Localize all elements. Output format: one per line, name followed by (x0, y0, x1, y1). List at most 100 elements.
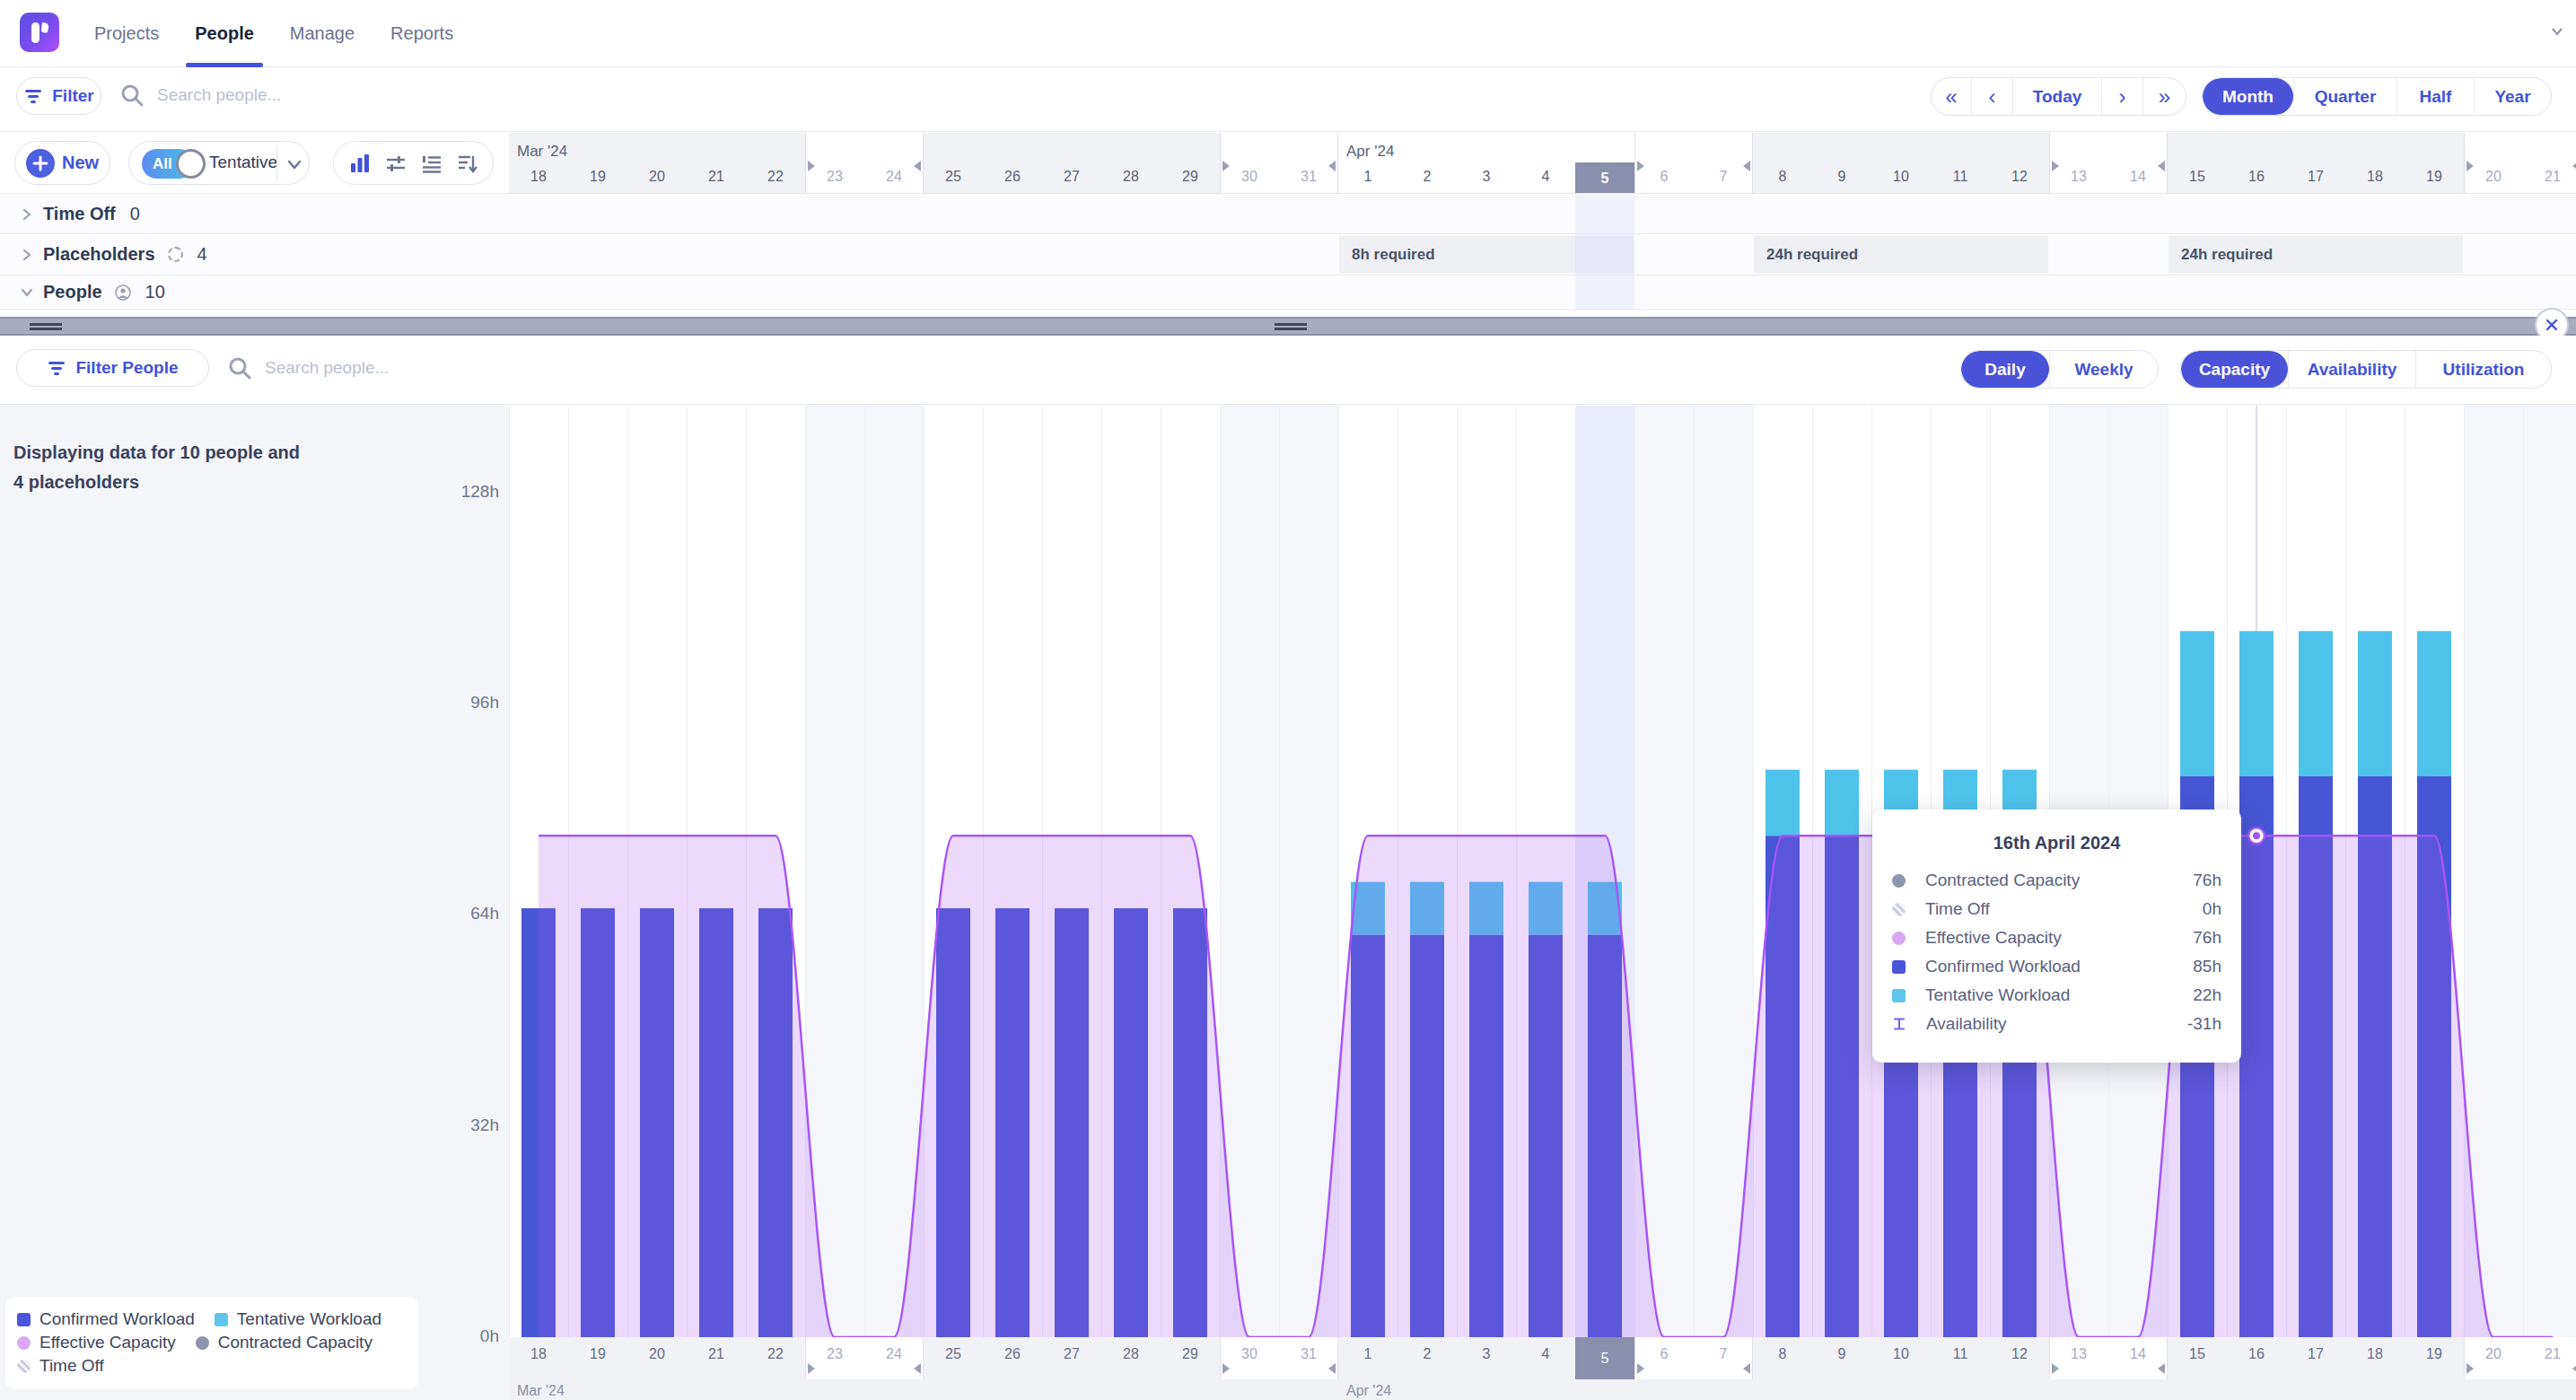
timeline-day[interactable]: 12 (1990, 169, 2049, 185)
view-quarter[interactable]: Quarter (2293, 78, 2396, 115)
axis-day[interactable]: 19 (2405, 1346, 2464, 1362)
timeline-day[interactable]: 29 (1161, 169, 1220, 185)
axis-day[interactable]: 2 (1398, 1346, 1457, 1362)
timeline-day[interactable]: 18 (509, 169, 568, 185)
collapse-weekend-icon[interactable] (2158, 1363, 2165, 1374)
collapse-weekend-icon[interactable] (1743, 1363, 1750, 1374)
axis-day[interactable]: 4 (1516, 1346, 1575, 1362)
timeline-day[interactable]: 22 (746, 169, 805, 185)
timeline-day[interactable]: 21 (2523, 169, 2576, 185)
collapse-weekend-icon[interactable] (1328, 1363, 1336, 1374)
tentative-bar[interactable] (2239, 631, 2274, 776)
axis-day[interactable]: 20 (627, 1346, 687, 1362)
tentative-bar[interactable] (1766, 770, 1800, 836)
tab-reports[interactable]: Reports (390, 0, 453, 67)
collapse-weekend-icon[interactable] (2158, 161, 2165, 171)
timeline-day[interactable]: 17 (2286, 169, 2345, 185)
collapse-weekend-icon[interactable] (1637, 1363, 1644, 1374)
timeline-day[interactable]: 19 (2405, 169, 2464, 185)
axis-day[interactable]: 3 (1457, 1346, 1516, 1362)
splitter-handle-left[interactable] (30, 323, 62, 330)
search-input[interactable] (157, 85, 516, 105)
tab-people[interactable]: People (195, 0, 254, 67)
collapse-weekend-icon[interactable] (1328, 161, 1336, 171)
collapse-weekend-icon[interactable] (2572, 161, 2576, 171)
axis-day[interactable]: 9 (1812, 1346, 1871, 1362)
axis-day[interactable]: 12 (1990, 1346, 2049, 1362)
tab-manage[interactable]: Manage (290, 0, 355, 67)
collapse-weekend-icon[interactable] (2572, 1363, 2576, 1374)
collapse-weekend-icon[interactable] (2466, 1363, 2474, 1374)
app-logo[interactable] (20, 13, 59, 52)
timeline-day[interactable]: 27 (1042, 169, 1101, 185)
mode-capacity[interactable]: Capacity (2181, 351, 2288, 388)
splitter-handle-center[interactable] (1275, 323, 1307, 330)
collapse-weekend-icon[interactable] (914, 161, 921, 171)
filter-people-button[interactable]: Filter People (16, 349, 209, 387)
axis-day[interactable]: 19 (568, 1346, 627, 1362)
timeline-day[interactable]: 21 (687, 169, 746, 185)
chevron-down-icon[interactable] (20, 285, 34, 300)
timeline-day[interactable]: 8 (1753, 169, 1812, 185)
axis-day[interactable]: 10 (1871, 1346, 1931, 1362)
axis-day[interactable]: 21 (2523, 1346, 2576, 1362)
collapse-weekend-icon[interactable] (808, 161, 815, 171)
schedule-row-placeholders[interactable]: Placeholders48h required24h required24h … (0, 234, 2576, 276)
timeline-day[interactable]: 4 (1516, 169, 1575, 185)
date-nav--[interactable]: » (2142, 78, 2186, 115)
mode-utilization[interactable]: Utilization (2415, 351, 2551, 388)
collapse-weekend-icon[interactable] (2052, 1363, 2059, 1374)
collapse-weekend-icon[interactable] (1637, 161, 1644, 171)
axis-day[interactable]: 29 (1161, 1346, 1220, 1362)
tentative-bar[interactable] (2180, 631, 2214, 776)
timeline-day[interactable]: 9 (1812, 169, 1871, 185)
list-icon[interactable] (420, 152, 443, 175)
axis-day[interactable]: 18 (2345, 1346, 2405, 1362)
axis-day[interactable]: 8 (1753, 1346, 1812, 1362)
collapse-weekend-icon[interactable] (2466, 161, 2474, 171)
date-nav--[interactable]: ‹ (1971, 78, 2012, 115)
timeline-day[interactable]: 2 (1398, 169, 1457, 185)
collapse-weekend-icon[interactable] (914, 1363, 921, 1374)
timeline-day[interactable]: 3 (1457, 169, 1516, 185)
timeline-day[interactable]: 25 (924, 169, 983, 185)
timeline-day[interactable]: 11 (1931, 169, 1990, 185)
axis-day[interactable]: 30 (1220, 1346, 1279, 1362)
filter-button[interactable]: Filter (16, 77, 101, 115)
timeline-day[interactable]: 18 (2345, 169, 2405, 185)
axis-day[interactable]: 22 (746, 1346, 805, 1362)
view-year[interactable]: Year (2474, 78, 2551, 115)
period-daily[interactable]: Daily (1961, 351, 2049, 388)
schedule-row-time-off[interactable]: Time Off0 (0, 195, 2576, 234)
axis-day[interactable]: 20 (2464, 1346, 2523, 1362)
axis-day[interactable]: 7 (1694, 1346, 1753, 1362)
axis-day[interactable]: 13 (2049, 1346, 2108, 1362)
timeline-day[interactable]: 26 (983, 169, 1042, 185)
timeline-day[interactable]: 16 (2227, 169, 2286, 185)
schedule-row-people[interactable]: People10 (0, 276, 2576, 310)
bar-chart-icon[interactable] (348, 152, 372, 175)
tentative-bar[interactable] (2299, 631, 2333, 776)
axis-day[interactable]: 23 (805, 1346, 864, 1362)
axis-day[interactable]: 11 (1931, 1346, 1990, 1362)
toggle-knob[interactable] (176, 149, 206, 179)
axis-day[interactable]: 1 (1338, 1346, 1398, 1362)
tab-projects[interactable]: Projects (94, 0, 159, 67)
timeline-day[interactable]: 15 (2168, 169, 2227, 185)
axis-day[interactable]: 21 (687, 1346, 746, 1362)
tentative-bar[interactable] (2358, 631, 2392, 776)
mode-availability[interactable]: Availability (2288, 351, 2415, 388)
axis-day[interactable]: 15 (2168, 1346, 2227, 1362)
new-button[interactable]: New (14, 141, 110, 185)
collapse-weekend-icon[interactable] (808, 1363, 815, 1374)
date-nav--[interactable]: « (1932, 78, 1971, 115)
date-nav-today[interactable]: Today (2012, 78, 2101, 115)
timeline-selected-day[interactable]: 5 (1575, 162, 1634, 194)
axis-day[interactable]: 17 (2286, 1346, 2345, 1362)
axis-day[interactable]: 26 (983, 1346, 1042, 1362)
timeline-day[interactable]: 28 (1101, 169, 1161, 185)
axis-day[interactable]: 31 (1279, 1346, 1338, 1362)
date-nav--[interactable]: › (2101, 78, 2142, 115)
tentative-bar[interactable] (2417, 631, 2451, 776)
timeline-day[interactable]: 10 (1871, 169, 1931, 185)
